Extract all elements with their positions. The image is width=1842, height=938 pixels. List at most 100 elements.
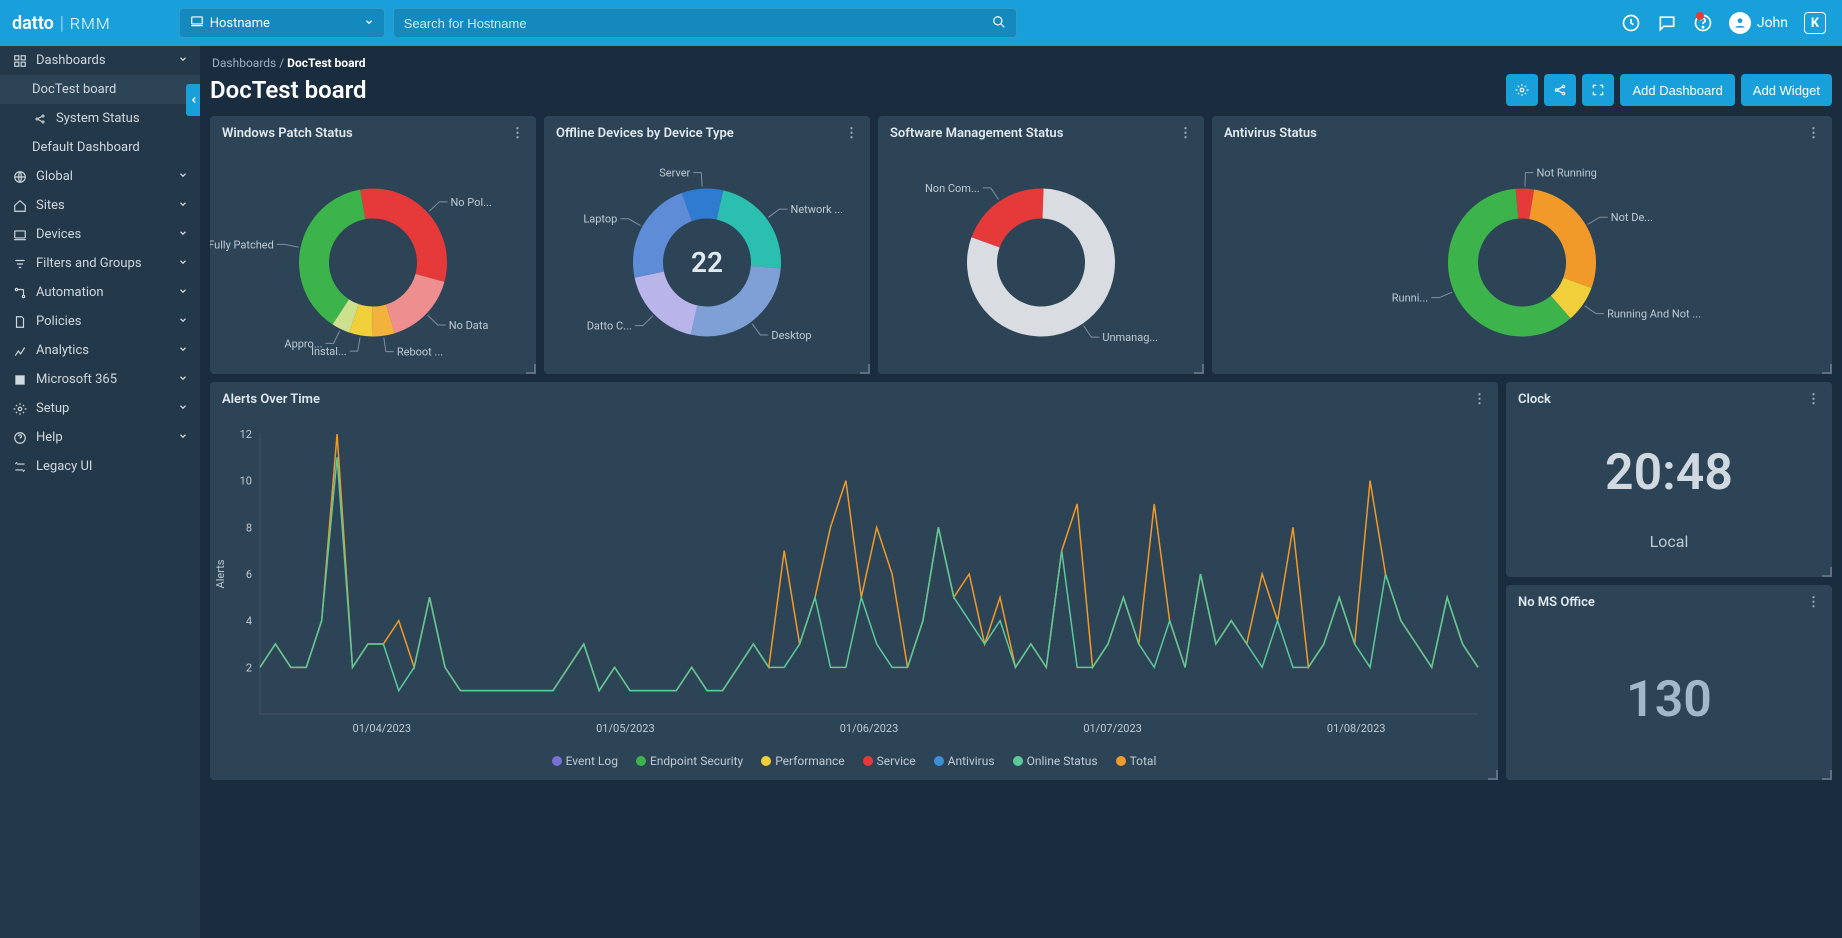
sidebar-item-help[interactable]: Help (0, 423, 200, 452)
legend-item[interactable]: Endpoint Security (636, 754, 743, 768)
sidebar-item-filters[interactable]: Filters and Groups (0, 249, 200, 278)
resize-handle[interactable] (1822, 567, 1832, 577)
chevron-down-icon (178, 169, 188, 184)
legend-label: Service (877, 754, 916, 768)
legend-dot (636, 756, 646, 766)
segment-label: Reboot ... (397, 346, 443, 359)
legend-item[interactable]: Performance (761, 754, 844, 768)
sidebar-item-sites[interactable]: Sites (0, 191, 200, 220)
legend-item[interactable]: Antivirus (934, 754, 995, 768)
legend-item[interactable]: Total (1116, 754, 1157, 768)
laptop-icon (12, 228, 28, 242)
segment-label: Fully Patched (210, 238, 274, 251)
svg-text:6: 6 (246, 568, 252, 581)
resize-handle[interactable] (1488, 770, 1498, 780)
chevron-down-icon (178, 256, 188, 271)
svg-text:Alerts: Alerts (214, 559, 227, 588)
svg-text:01/04/2023: 01/04/2023 (353, 722, 412, 735)
donut-segment[interactable] (717, 190, 781, 268)
chevron-down-icon (178, 372, 188, 387)
chevron-down-icon (178, 285, 188, 300)
resize-handle[interactable] (860, 364, 870, 374)
sidebar-sub-system-status[interactable]: System Status (0, 104, 200, 133)
sidebar-sub-doctest[interactable]: DocTest board (0, 75, 200, 104)
breadcrumb: Dashboards / DocTest board (210, 56, 1832, 70)
user-menu[interactable]: John (1729, 12, 1788, 34)
legend-item[interactable]: Service (863, 754, 916, 768)
share-icon (32, 113, 48, 125)
main-content: Dashboards / DocTest board DocTest board… (200, 46, 1842, 938)
help-beacon-icon[interactable] (1693, 13, 1713, 33)
widget-menu-button[interactable]: ⋮ (1473, 392, 1486, 407)
search-input[interactable] (404, 16, 992, 31)
donut-segment[interactable] (633, 193, 692, 278)
sidebar: Dashboards DocTest board System Status D… (0, 46, 200, 938)
resize-handle[interactable] (526, 364, 536, 374)
widget-antivirus: Antivirus Status⋮ Not RunningNot De...Ru… (1212, 116, 1832, 374)
sidebar-item-legacy[interactable]: Legacy UI (0, 452, 200, 481)
search-box[interactable] (393, 8, 1017, 38)
svg-text:01/07/2023: 01/07/2023 (1083, 722, 1142, 735)
chat-icon[interactable] (1657, 13, 1677, 33)
sidebar-item-global[interactable]: Global (0, 162, 200, 191)
line-series (260, 457, 1478, 690)
donut-segment[interactable] (1529, 189, 1596, 288)
sidebar-item-setup[interactable]: Setup (0, 394, 200, 423)
segment-label: Not De... (1611, 211, 1653, 224)
legend-dot (552, 756, 562, 766)
doc-icon (12, 315, 28, 329)
donut-segment[interactable] (360, 189, 447, 282)
add-widget-button[interactable]: Add Widget (1741, 74, 1832, 106)
settings-button[interactable] (1506, 74, 1538, 106)
resize-handle[interactable] (1822, 364, 1832, 374)
add-dashboard-button[interactable]: Add Dashboard (1620, 74, 1734, 106)
clock-icon[interactable] (1621, 13, 1641, 33)
widget-menu-button[interactable]: ⋮ (1179, 126, 1192, 141)
legend-dot (863, 756, 873, 766)
widget-alerts-over-time: Alerts Over Time⋮ 24681012Alerts01/04/20… (210, 382, 1498, 780)
legend-item[interactable]: Event Log (552, 754, 618, 768)
svg-text:10: 10 (240, 474, 252, 487)
share-button[interactable] (1544, 74, 1576, 106)
sidebar-item-dashboards[interactable]: Dashboards (0, 46, 200, 75)
legend-item[interactable]: Online Status (1013, 754, 1098, 768)
widget-menu-button[interactable]: ⋮ (1807, 126, 1820, 141)
segment-label: No Pol... (450, 196, 491, 209)
legend-label: Antivirus (948, 754, 995, 768)
segment-label: Running And Not ... (1607, 308, 1701, 321)
sidebar-collapse-button[interactable] (186, 84, 200, 116)
chevron-down-icon (178, 314, 188, 329)
segment-label: Network ... (790, 203, 843, 216)
kaseya-button[interactable]: K (1804, 12, 1826, 34)
resize-handle[interactable] (1194, 364, 1204, 374)
legend-dot (1116, 756, 1126, 766)
donut-segment[interactable] (971, 189, 1043, 248)
sidebar-item-ms365[interactable]: Microsoft 365 (0, 365, 200, 394)
chevron-down-icon (178, 401, 188, 416)
chevron-down-icon (364, 16, 374, 31)
sidebar-item-policies[interactable]: Policies (0, 307, 200, 336)
sidebar-item-analytics[interactable]: Analytics (0, 336, 200, 365)
sidebar-item-automation[interactable]: Automation (0, 278, 200, 307)
hostname-dropdown[interactable]: Hostname (179, 8, 385, 38)
fullscreen-button[interactable] (1582, 74, 1614, 106)
segment-label: Non Com... (925, 182, 980, 195)
resize-handle[interactable] (1822, 770, 1832, 780)
widget-patch-status: Windows Patch Status⋮ No Pol...No DataRe… (210, 116, 536, 374)
widget-menu-button[interactable]: ⋮ (1807, 392, 1820, 407)
widget-menu-button[interactable]: ⋮ (511, 126, 524, 141)
widget-menu-button[interactable]: ⋮ (845, 126, 858, 141)
clock-zone: Local (1650, 532, 1689, 551)
breadcrumb-root[interactable]: Dashboards (212, 56, 276, 70)
chevron-down-icon (178, 227, 188, 242)
donut-segment[interactable] (386, 274, 444, 333)
segment-label: Not Running (1536, 167, 1596, 180)
svg-text:01/05/2023: 01/05/2023 (596, 722, 655, 735)
widget-menu-button[interactable]: ⋮ (1807, 595, 1820, 610)
search-icon[interactable] (992, 14, 1006, 33)
top-bar: datto | RMM Hostname Jo (0, 0, 1842, 46)
line-series (260, 434, 1478, 691)
sidebar-sub-default[interactable]: Default Dashboard (0, 133, 200, 162)
sidebar-item-devices[interactable]: Devices (0, 220, 200, 249)
gear-icon (12, 402, 28, 416)
